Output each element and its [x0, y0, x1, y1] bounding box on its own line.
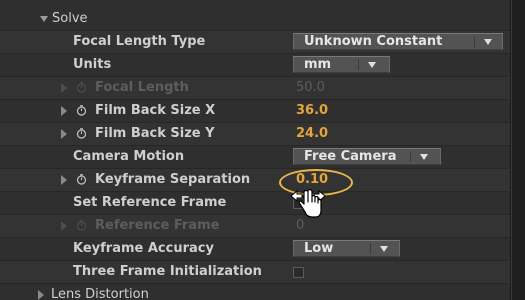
- chevron-down-icon: [368, 62, 376, 68]
- three-frame-init-checkbox[interactable]: [293, 267, 304, 278]
- dropdown-value: Unknown Constant: [304, 34, 443, 49]
- property-row-film-back-x: Film Back Size X 36.0: [0, 100, 510, 123]
- property-row-keyframe-accuracy: Keyframe Accuracy Low: [0, 238, 510, 261]
- section-label-solve: Solve: [52, 11, 88, 26]
- camera-motion-dropdown[interactable]: Free Camera: [293, 148, 441, 165]
- property-row-camera-motion: Camera Motion Free Camera: [0, 146, 510, 169]
- property-row-film-back-y: Film Back Size Y 24.0: [0, 123, 510, 146]
- chevron-down-icon: [484, 39, 492, 45]
- property-row-three-frame-init: Three Frame Initialization: [0, 261, 510, 284]
- stopwatch-icon[interactable]: [76, 105, 87, 116]
- property-label: Focal Length Type: [73, 34, 206, 49]
- chevron-down-icon: [380, 246, 388, 252]
- property-label: Reference Frame: [95, 218, 220, 233]
- section-label-lens-distortion: Lens Distortion: [51, 287, 149, 300]
- triangle-right-icon[interactable]: [61, 83, 67, 93]
- units-dropdown[interactable]: mm: [293, 56, 390, 73]
- property-label: Keyframe Accuracy: [73, 241, 214, 256]
- property-label: Film Back Size Y: [95, 126, 215, 141]
- dropdown-divider: [358, 59, 359, 70]
- property-row-focal-length-type: Focal Length Type Unknown Constant: [0, 31, 510, 54]
- dropdown-divider: [474, 36, 475, 47]
- section-header-solve[interactable]: Solve: [0, 8, 510, 31]
- triangle-right-icon[interactable]: [61, 129, 67, 139]
- property-label: Units: [73, 57, 112, 72]
- property-label: Set Reference Frame: [73, 195, 227, 210]
- property-label: Keyframe Separation: [95, 172, 251, 187]
- property-label: Three Frame Initialization: [73, 264, 262, 279]
- dropdown-divider: [410, 151, 411, 162]
- property-label: Focal Length: [95, 80, 189, 95]
- section-header-lens-distortion[interactable]: Lens Distortion: [0, 284, 510, 300]
- property-label: Film Back Size X: [95, 103, 216, 118]
- stopwatch-icon[interactable]: [76, 82, 87, 93]
- dropdown-value: mm: [304, 57, 332, 72]
- film-back-y-value[interactable]: 24.0: [296, 126, 328, 141]
- property-row-focal-length: Focal Length 50.0: [0, 77, 510, 100]
- dropdown-divider: [370, 243, 371, 254]
- triangle-right-icon[interactable]: [38, 290, 44, 300]
- property-row-set-reference-frame: Set Reference Frame: [0, 192, 510, 215]
- focal-length-value: 50.0: [296, 80, 325, 95]
- focal-length-type-dropdown[interactable]: Unknown Constant: [293, 33, 503, 50]
- stopwatch-icon[interactable]: [76, 174, 87, 185]
- hand-scrub-cursor-icon: [290, 189, 326, 218]
- property-row-keyframe-separation: Keyframe Separation 0.10: [0, 169, 510, 192]
- triangle-right-icon[interactable]: [61, 221, 67, 231]
- film-back-x-value[interactable]: 36.0: [296, 103, 328, 118]
- chevron-down-icon: [420, 154, 428, 160]
- property-row-reference-frame: Reference Frame 0: [0, 215, 510, 238]
- triangle-right-icon[interactable]: [61, 175, 67, 185]
- dropdown-value: Free Camera: [304, 149, 397, 164]
- keyframe-accuracy-dropdown[interactable]: Low: [293, 240, 400, 257]
- property-row-units: Units mm: [0, 54, 510, 77]
- dropdown-value: Low: [304, 241, 334, 256]
- vertical-scrollbar[interactable]: [511, 0, 525, 300]
- triangle-down-icon[interactable]: [40, 16, 48, 22]
- stopwatch-icon[interactable]: [76, 128, 87, 139]
- effect-controls-panel: Solve Focal Length Type Unknown Constant…: [0, 0, 511, 300]
- stopwatch-icon[interactable]: [76, 220, 87, 231]
- triangle-right-icon[interactable]: [61, 106, 67, 116]
- reference-frame-value: 0: [296, 218, 305, 233]
- property-label: Camera Motion: [73, 149, 185, 164]
